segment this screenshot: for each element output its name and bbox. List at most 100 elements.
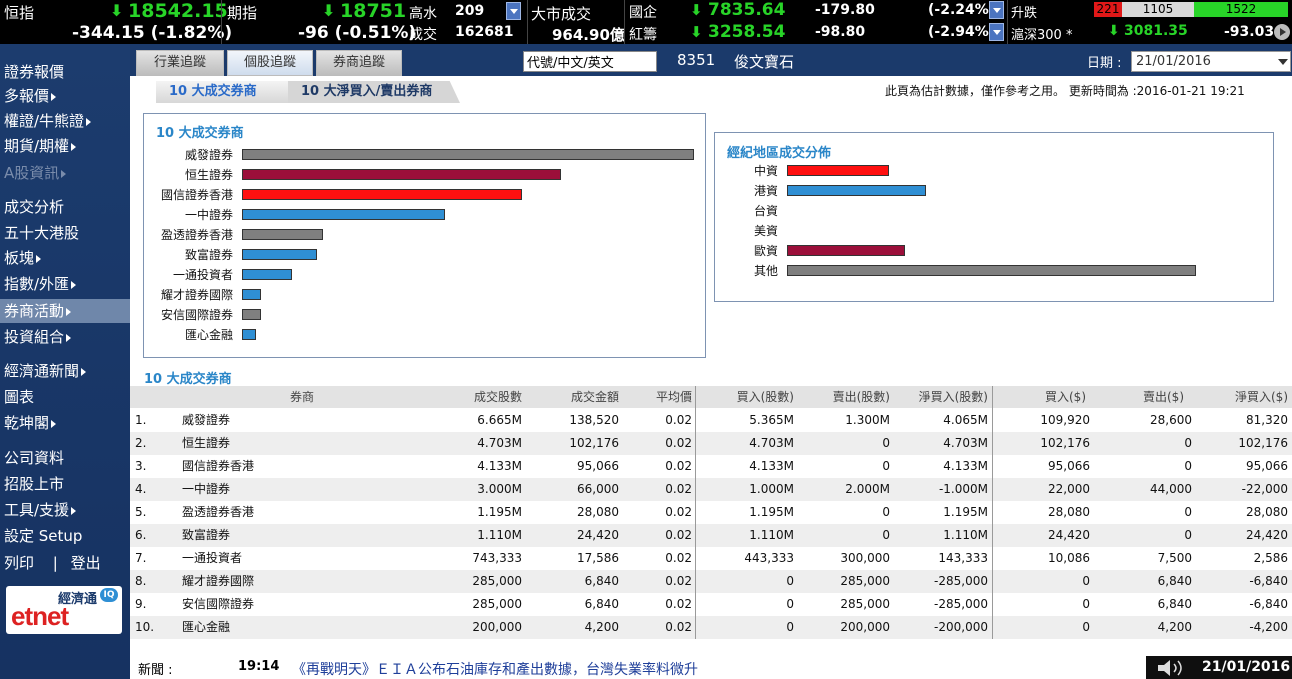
table-row[interactable]: 1. 威發證券 6.665M 138,520 0.02 5.365M 1.300M 4.065…: [130, 409, 1292, 432]
csi300-value: 3081.35: [1124, 23, 1188, 39]
etnet-logo[interactable]: 經濟通 IQ etnet: [6, 586, 122, 634]
play-icon[interactable]: [1274, 24, 1290, 40]
chevron-down-icon[interactable]: [1278, 59, 1288, 65]
table-cell: 285,000: [472, 597, 522, 611]
broker-name[interactable]: 一中證券: [182, 478, 230, 501]
tab-industry-tracking[interactable]: 行業追蹤: [136, 50, 224, 76]
table-cell: 66,000: [577, 482, 619, 496]
col-net-buy-shares: 淨買入(股數): [918, 390, 988, 404]
broker-name[interactable]: 匯心金融: [182, 616, 230, 639]
table-row[interactable]: 10. 匯心金融 200,000 4,200 0.02 0 200,000 -200,000 0…: [130, 616, 1292, 639]
sidebar-item[interactable]: 乾坤閣: [0, 411, 130, 435]
sidebar-item[interactable]: 招股上市: [0, 472, 130, 496]
stock-code: 8351: [677, 51, 716, 69]
region-chart-panel: 經紀地區成交分佈 中資 港資 台資 美資 歐資 其他: [714, 132, 1274, 302]
hscei-dropdown[interactable]: [989, 1, 1004, 19]
table-row[interactable]: 9. 安信國際證券 285,000 6,840 0.02 0 285,000 -285,000…: [130, 593, 1292, 616]
bar: [242, 269, 292, 280]
down-arrow-icon: ⬇: [322, 1, 336, 20]
table-row[interactable]: 7. 一通投資者 743,333 17,586 0.02 443,333 300,000 14…: [130, 547, 1292, 570]
table-cell: 0.02: [665, 436, 692, 450]
table-cell: -1.000M: [938, 482, 988, 496]
table-row[interactable]: 5. 盈透證券香港 1.195M 28,080 0.02 1.195M 0 1.195M 28,…: [130, 501, 1292, 524]
bar-label: 恒生證券: [184, 168, 233, 182]
sidebar-item-label: 設定 Setup: [4, 527, 83, 545]
table-cell: 81,320: [1246, 413, 1288, 427]
chevron-right-icon: [36, 254, 42, 263]
subtab-net-buy-sell[interactable]: 10 大淨買入/賣出券商: [288, 81, 460, 103]
chevron-right-icon: [51, 92, 57, 101]
table-row[interactable]: 2. 恒生證券 4.703M 102,176 0.02 4.703M 0 4.703M 102,…: [130, 432, 1292, 455]
col-volume: 成交股數: [473, 390, 522, 404]
region-chart-title: 經紀地區成交分佈: [727, 146, 832, 161]
date-select[interactable]: 21/01/2016: [1131, 51, 1291, 72]
speaker-icon[interactable]: [1156, 658, 1196, 678]
sidebar-item[interactable]: 指數/外匯: [0, 272, 130, 296]
sidebar-item[interactable]: A股資訊: [0, 161, 130, 185]
sidebar-item[interactable]: 公司資料: [0, 446, 130, 470]
broker-name[interactable]: 安信國際證券: [182, 593, 254, 616]
broker-name[interactable]: 威發證券: [182, 409, 230, 432]
table-cell: -200,000: [934, 620, 988, 634]
table-cell: 2,586: [1253, 551, 1288, 565]
table-row[interactable]: 4. 一中證券 3.000M 66,000 0.02 1.000M 2.000M -1.000…: [130, 478, 1292, 501]
news-headline[interactable]: 《再戰明天》ＥＩＡ公布石油庫存和產出數據，台灣失業率料微升: [292, 659, 698, 679]
table-cell: -285,000: [934, 574, 988, 588]
subtab-top10-brokers[interactable]: 10 大成交券商: [156, 81, 288, 103]
broker-name[interactable]: 盈透證券香港: [182, 501, 254, 524]
table-row[interactable]: 8. 耀才證券國際 285,000 6,840 0.02 0 285,000 -285,000…: [130, 570, 1292, 593]
sidebar-item[interactable]: 圖表: [0, 385, 130, 409]
futures-dropdown[interactable]: [506, 2, 521, 20]
sidebar-item[interactable]: 成交分析: [0, 195, 130, 219]
news-ticker[interactable]: 新聞 : 19:14 《再戰明天》ＥＩＡ公布石油庫存和產出數據，台灣失業率料微升: [130, 656, 1292, 679]
stock-search-input[interactable]: [523, 51, 657, 72]
market-ticker: 恒指 ⬇ 18542.15 -344.15 (-1.82%) 期指 ⬇ 1875…: [0, 0, 1292, 44]
bar: [242, 309, 261, 320]
bar: [242, 149, 694, 160]
sidebar-item[interactable]: 工具/支援: [0, 498, 130, 522]
chevron-right-icon: [66, 333, 72, 342]
sidebar-item[interactable]: 經濟通新聞: [0, 359, 130, 383]
logo-brand-text: etnet: [11, 601, 69, 631]
table-cell: 285,000: [840, 597, 890, 611]
broker-name[interactable]: 國信證券香港: [182, 455, 254, 478]
bar-label: 威發證券: [184, 148, 233, 162]
broker-name[interactable]: 耀才證券國際: [182, 570, 254, 593]
hsi-label: 恒指: [4, 4, 35, 22]
sidebar-item[interactable]: 券商活動: [0, 299, 130, 323]
bar-label: 其他: [753, 264, 778, 278]
sidebar-item[interactable]: 證券報價: [0, 60, 130, 84]
premium-value: 209: [455, 3, 485, 19]
sidebar-item[interactable]: 五十大港股: [0, 221, 130, 245]
logout-label[interactable]: 登出: [71, 554, 101, 572]
futures-change: -96 (-0.51%): [298, 23, 417, 43]
redchip-percent: (-2.94%): [928, 24, 996, 40]
chevron-right-icon: [86, 117, 92, 126]
sidebar-item[interactable]: 設定 Setup: [0, 524, 130, 548]
redchip-dropdown[interactable]: [989, 23, 1004, 41]
print-label[interactable]: 列印: [4, 554, 34, 572]
market-turnover-value: 964.90億: [552, 26, 625, 44]
table-cell: 28,080: [1246, 505, 1288, 519]
broker-name[interactable]: 恒生證券: [182, 432, 230, 455]
sidebar-item[interactable]: 板塊: [0, 246, 130, 270]
down-arrow-icon: ⬇: [110, 1, 124, 20]
sidebar-item[interactable]: 期貨/期權: [0, 134, 130, 158]
hscei-change: -179.80: [815, 2, 875, 18]
tab-stock-tracking[interactable]: 個股追蹤: [227, 50, 313, 76]
broker-name[interactable]: 一通投資者: [182, 547, 242, 570]
sidebar-item[interactable]: 投資組合: [0, 325, 130, 349]
table-cell: 102,176: [1238, 436, 1288, 450]
sidebar-item[interactable]: 多報價: [0, 84, 130, 108]
table-row[interactable]: 3. 國信證券香港 4.133M 95,066 0.02 4.133M 0 4.133M 95,…: [130, 455, 1292, 478]
table-cell: 0.02: [665, 528, 692, 542]
table-row[interactable]: 6. 致富證券 1.110M 24,420 0.02 1.110M 0 1.110M 24,42…: [130, 524, 1292, 547]
chevron-right-icon: [66, 307, 72, 316]
table-cell: 1.000M: [749, 482, 794, 496]
chevron-right-icon: [71, 506, 77, 515]
sidebar-item-print[interactable]: 列印 | 登出: [0, 551, 130, 575]
date-label: 日期 :: [1087, 56, 1122, 71]
sidebar-item[interactable]: 權證/牛熊證: [0, 109, 130, 133]
broker-name[interactable]: 致富證券: [182, 524, 230, 547]
tab-broker-tracking[interactable]: 券商追蹤: [316, 50, 402, 76]
